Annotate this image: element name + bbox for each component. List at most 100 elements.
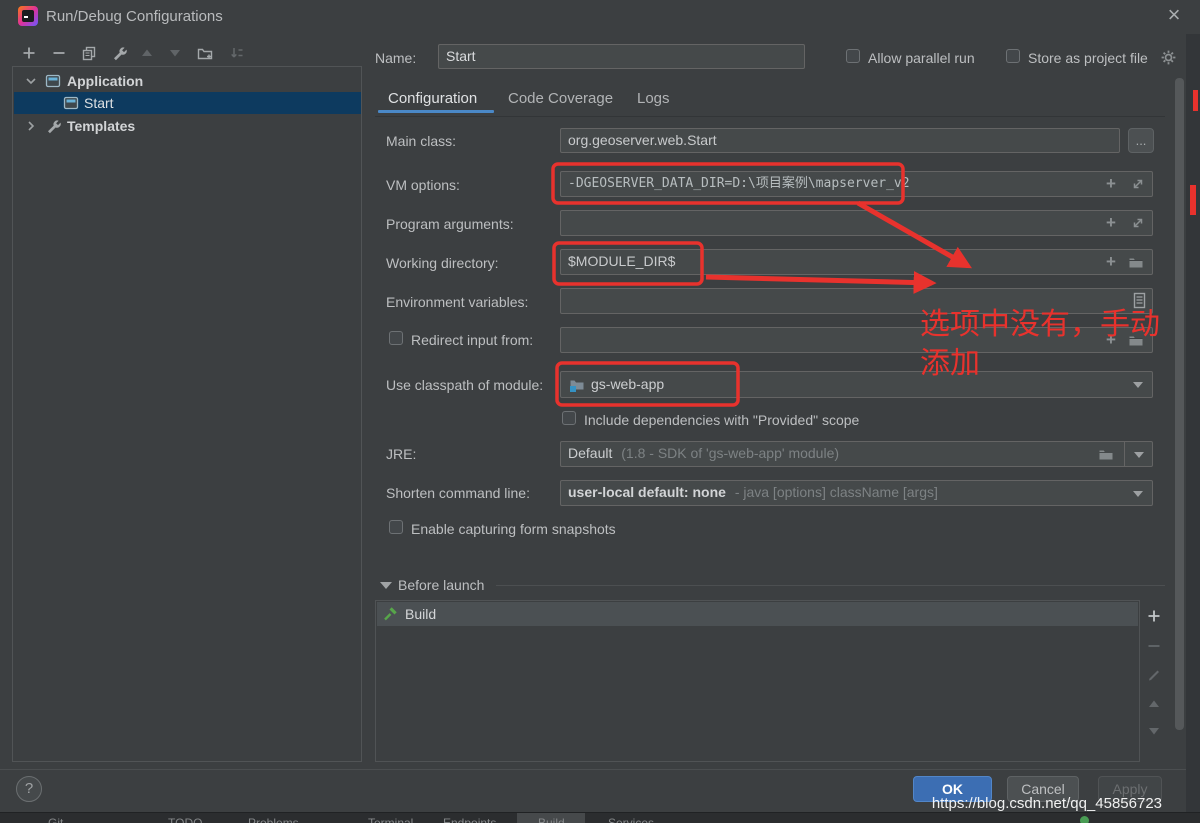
jre-browse-icon[interactable] bbox=[1098, 446, 1114, 462]
main-class-label: Main class: bbox=[386, 133, 456, 149]
active-tab-underline bbox=[378, 110, 494, 113]
program-arguments-expand-icon[interactable] bbox=[1130, 215, 1146, 231]
store-as-project-file-label: Store as project file bbox=[1028, 50, 1148, 66]
working-directory-add-icon[interactable]: + bbox=[1106, 253, 1116, 270]
jre-label: JRE: bbox=[386, 446, 416, 462]
chevron-down-icon[interactable] bbox=[1134, 452, 1144, 458]
chevron-down-icon bbox=[25, 75, 37, 87]
shorten-value: user-local default: none bbox=[568, 484, 726, 500]
new-folder-button[interactable] bbox=[196, 44, 214, 62]
jre-combo-separator bbox=[1124, 442, 1125, 467]
arrow-up-icon bbox=[139, 45, 155, 61]
shorten-hint: - java [options] className [args] bbox=[735, 484, 938, 500]
minus-icon bbox=[1146, 638, 1162, 654]
application-icon bbox=[45, 73, 61, 89]
statusbar-item[interactable]: Git bbox=[48, 816, 63, 823]
app-logo-icon bbox=[18, 6, 38, 26]
program-arguments-label: Program arguments: bbox=[386, 216, 514, 232]
status-green-dot bbox=[1080, 816, 1089, 823]
vm-options-label: VM options: bbox=[386, 177, 460, 193]
edit-templates-button[interactable] bbox=[110, 44, 128, 62]
tabs-separator bbox=[375, 116, 1165, 117]
application-icon bbox=[63, 95, 79, 111]
help-button[interactable]: ? bbox=[16, 776, 42, 802]
statusbar-item[interactable]: TODO bbox=[168, 816, 202, 823]
classpath-module-value: gs-web-app bbox=[591, 372, 664, 397]
form-snapshots-checkbox[interactable] bbox=[389, 520, 403, 534]
statusbar-item[interactable]: Services bbox=[608, 816, 654, 823]
main-class-field[interactable]: org.geoserver.web.Start bbox=[560, 128, 1120, 153]
statusbar-item[interactable]: Problems bbox=[248, 816, 299, 823]
main-class-browse-button[interactable]: ... bbox=[1128, 128, 1154, 153]
classpath-module-combo[interactable]: gs-web-app bbox=[560, 371, 1153, 398]
sort-configurations-button[interactable] bbox=[228, 44, 246, 62]
move-down-button[interactable] bbox=[166, 44, 184, 62]
vm-options-add-icon[interactable]: + bbox=[1106, 175, 1116, 192]
hammer-icon bbox=[382, 606, 398, 622]
statusbar-item[interactable]: Terminal bbox=[368, 816, 413, 823]
before-launch-collapse-icon[interactable] bbox=[380, 582, 392, 589]
plus-icon bbox=[1146, 608, 1162, 624]
window-edge-strip bbox=[1186, 34, 1200, 813]
include-provided-checkbox[interactable] bbox=[562, 411, 576, 425]
arrow-down-icon bbox=[1146, 723, 1162, 739]
redirect-input-checkbox[interactable] bbox=[389, 331, 403, 345]
statusbar-item[interactable]: Endpoints bbox=[443, 816, 496, 823]
watermark-text: https://blog.csdn.net/qq_45856723 bbox=[932, 795, 1162, 812]
tree-toolbar bbox=[12, 42, 362, 66]
folder-icon bbox=[1128, 254, 1144, 270]
tab-configuration[interactable]: Configuration bbox=[388, 90, 477, 107]
jre-combo[interactable]: Default (1.8 - SDK of 'gs-web-app' modul… bbox=[560, 441, 1153, 467]
tree-item-templates[interactable]: Templates bbox=[13, 115, 361, 137]
before-launch-item-label: Build bbox=[405, 606, 436, 622]
program-arguments-field[interactable] bbox=[560, 210, 1153, 236]
vm-options-expand-icon[interactable] bbox=[1130, 176, 1146, 192]
move-up-button[interactable] bbox=[138, 44, 156, 62]
minus-icon bbox=[51, 45, 67, 61]
before-launch-list: Build bbox=[375, 600, 1140, 762]
tab-code-coverage[interactable]: Code Coverage bbox=[508, 90, 613, 107]
chevron-down-icon bbox=[1133, 382, 1143, 388]
remove-configuration-button[interactable] bbox=[50, 44, 68, 62]
tree-item-label: Templates bbox=[67, 118, 135, 134]
footer-separator bbox=[0, 769, 1186, 770]
chevron-down-icon bbox=[1133, 491, 1143, 497]
copy-configuration-button[interactable] bbox=[80, 44, 98, 62]
working-directory-browse-icon[interactable] bbox=[1128, 254, 1144, 270]
before-launch-add-button[interactable] bbox=[1145, 607, 1163, 625]
statusbar-item[interactable]: Build bbox=[538, 816, 565, 823]
store-as-project-file-checkbox[interactable] bbox=[1006, 49, 1020, 63]
shorten-command-line-combo[interactable]: user-local default: none - java [options… bbox=[560, 480, 1153, 506]
allow-parallel-run-label: Allow parallel run bbox=[868, 50, 975, 66]
module-icon bbox=[569, 377, 585, 393]
working-directory-field[interactable]: $MODULE_DIR$ bbox=[560, 249, 1153, 275]
working-directory-label: Working directory: bbox=[386, 255, 499, 271]
tree-item-label: Start bbox=[84, 95, 114, 111]
add-configuration-button[interactable] bbox=[20, 44, 38, 62]
vertical-scrollbar[interactable] bbox=[1175, 78, 1184, 730]
program-arguments-add-icon[interactable]: + bbox=[1106, 214, 1116, 231]
before-launch-separator bbox=[496, 585, 1165, 586]
before-launch-move-down-button[interactable] bbox=[1145, 722, 1163, 740]
tab-logs[interactable]: Logs bbox=[637, 90, 670, 107]
shorten-command-line-label: Shorten command line: bbox=[386, 485, 530, 501]
before-launch-item-build[interactable]: Build bbox=[377, 602, 1138, 626]
gear-icon bbox=[1160, 49, 1177, 66]
expand-icon bbox=[1131, 216, 1145, 230]
before-launch-remove-button[interactable] bbox=[1145, 637, 1163, 655]
arrow-down-icon bbox=[167, 45, 183, 61]
name-label: Name: bbox=[375, 50, 416, 66]
store-as-project-file-gear-button[interactable] bbox=[1159, 48, 1177, 66]
tree-item-application[interactable]: Application bbox=[13, 70, 361, 92]
name-input[interactable]: Start bbox=[438, 44, 805, 69]
classpath-module-label: Use classpath of module: bbox=[386, 377, 543, 393]
tree-item-start[interactable]: Start bbox=[14, 92, 361, 114]
before-launch-edit-button[interactable] bbox=[1145, 665, 1163, 683]
jre-value: Default bbox=[568, 445, 612, 461]
allow-parallel-run-checkbox[interactable] bbox=[846, 49, 860, 63]
close-icon[interactable]: × bbox=[1162, 3, 1186, 27]
vm-options-field[interactable]: -DGEOSERVER_DATA_DIR=D:\项目案例\mapserver_v… bbox=[560, 171, 1153, 197]
environment-variables-label: Environment variables: bbox=[386, 294, 528, 310]
before-launch-move-up-button[interactable] bbox=[1145, 695, 1163, 713]
annotation-note-line2: 添加 bbox=[920, 344, 980, 383]
